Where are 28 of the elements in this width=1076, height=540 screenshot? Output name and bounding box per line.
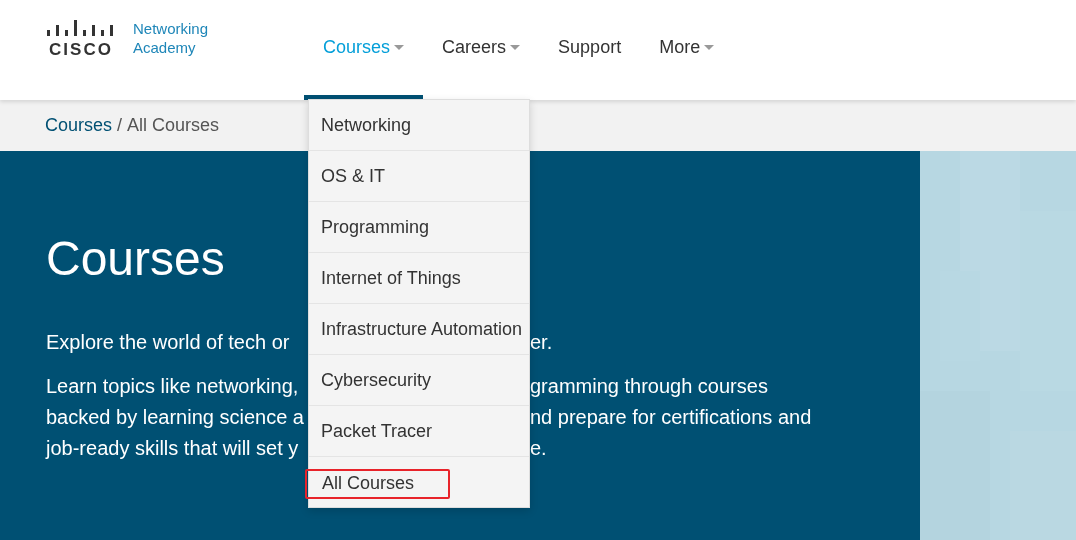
- hero-text: nd prepare for certifications and: [530, 405, 812, 430]
- dropdown-item[interactable]: All Courses: [305, 469, 450, 499]
- dropdown-item[interactable]: Infrastructure Automation: [309, 304, 529, 355]
- caret-icon: [510, 45, 521, 50]
- dropdown-item[interactable]: Cybersecurity: [309, 355, 529, 406]
- dropdown-item[interactable]: Internet of Things: [309, 253, 529, 304]
- hero-text: gramming through courses: [530, 374, 768, 399]
- dropdown-item[interactable]: Programming: [309, 202, 529, 253]
- caret-icon: [704, 45, 715, 50]
- hero-text: e.: [530, 436, 547, 461]
- hero-text: Explore the world of tech or: [46, 330, 290, 355]
- hero-text: backed by learning science a: [46, 405, 304, 430]
- hero-text: Learn topics like networking,: [46, 374, 299, 399]
- caret-icon: [394, 45, 405, 50]
- breadcrumb-link[interactable]: Courses: [45, 112, 113, 139]
- nav-tab[interactable]: Careers: [423, 0, 540, 100]
- logo-product-name[interactable]: Networking Academy: [133, 18, 209, 57]
- hero-title: Courses: [46, 231, 225, 287]
- dropdown-item[interactable]: Networking: [309, 100, 529, 151]
- logo-wordmark[interactable]: CISCO: [49, 41, 113, 59]
- hero-text: er.: [530, 330, 553, 355]
- nav-tab[interactable]: More: [640, 0, 734, 100]
- breadcrumb-separator: /: [117, 114, 123, 137]
- breadcrumb-current: All Courses: [127, 114, 220, 137]
- nav-tab[interactable]: Support: [539, 0, 641, 100]
- dropdown-item[interactable]: OS & IT: [309, 151, 529, 202]
- dropdown-item[interactable]: Packet Tracer: [309, 406, 529, 457]
- hero-text: job-ready skills that will set y: [46, 436, 299, 461]
